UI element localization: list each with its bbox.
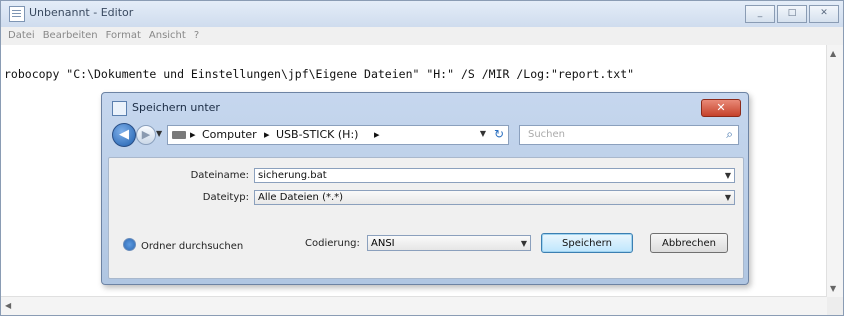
search-box[interactable]: Suchen ⌕ [519, 125, 739, 145]
filetype-value[interactable]: Alle Dateien (*.*) [258, 192, 343, 203]
encoding-value[interactable]: ANSI [371, 238, 395, 249]
drive-icon [172, 131, 186, 139]
menu-format[interactable]: Format [103, 27, 146, 45]
crumb-separator-icon[interactable]: ▸ [190, 128, 196, 141]
search-placeholder: Suchen [528, 129, 566, 140]
caption-buttons: _ □ ✕ [745, 5, 839, 23]
menu-help[interactable]: ? [191, 27, 204, 45]
scroll-down-icon[interactable]: ▼ [830, 284, 836, 293]
horizontal-scrollbar[interactable]: ◀ [1, 296, 827, 315]
refresh-icon[interactable]: ↻ [494, 127, 504, 141]
menu-bearbeiten[interactable]: Bearbeiten [40, 27, 103, 45]
filename-input[interactable]: sicherung.bat ▼ [254, 168, 735, 183]
recent-pages-dropdown-icon[interactable]: ▼ [156, 129, 162, 138]
close-button[interactable]: ✕ [809, 5, 839, 23]
scroll-left-icon[interactable]: ◀ [5, 301, 11, 310]
encoding-label: Codierung: [305, 238, 360, 249]
dialog-close-button[interactable]: ✕ [701, 99, 741, 117]
save-as-dialog: Speichern unter ✕ ◀ ▶ ▼ ▸ Computer ▸ USB… [101, 92, 749, 285]
crumb-separator-icon[interactable]: ▸ [264, 128, 270, 141]
filename-dropdown-icon[interactable]: ▼ [725, 169, 731, 183]
search-icon[interactable]: ⌕ [726, 127, 733, 142]
crumb-usb-stick[interactable]: USB-STICK (H:) [276, 128, 358, 141]
maximize-button[interactable]: □ [777, 5, 807, 23]
browse-folders-label[interactable]: Ordner durchsuchen [141, 241, 243, 252]
save-dialog-icon [112, 101, 127, 116]
crumb-separator-icon[interactable]: ▸ [374, 128, 380, 141]
editor-content[interactable]: robocopy "C:\Dokumente und Einstellungen… [4, 67, 634, 81]
forward-arrow-icon[interactable]: ▶ [136, 125, 156, 145]
navigation-bar: ◀ ▶ ▼ ▸ Computer ▸ USB-STICK (H:) ▸ ▼ ↻ … [112, 123, 739, 147]
crumb-computer[interactable]: Computer [202, 128, 257, 141]
expand-folders-icon[interactable] [123, 238, 136, 251]
filetype-select[interactable]: Alle Dateien (*.*) ▼ [254, 190, 735, 205]
vertical-scrollbar[interactable]: ▲ ▼ [826, 45, 843, 297]
address-bar[interactable]: ▸ Computer ▸ USB-STICK (H:) ▸ ▼ ↻ [167, 125, 509, 145]
menu-ansicht[interactable]: Ansicht [146, 27, 191, 45]
size-grip [827, 297, 843, 315]
encoding-dropdown-icon[interactable]: ▼ [521, 236, 527, 251]
filename-label: Dateiname: [190, 170, 249, 181]
menu-datei[interactable]: Datei [5, 27, 40, 45]
browse-folders-toggle[interactable]: Ordner durchsuchen [123, 238, 243, 252]
encoding-select[interactable]: ANSI ▼ [367, 235, 531, 251]
filename-value[interactable]: sicherung.bat [258, 170, 327, 181]
minimize-button[interactable]: _ [745, 5, 775, 23]
notepad-icon [9, 6, 25, 22]
menu-bar: Datei Bearbeiten Format Ansicht ? [1, 27, 843, 45]
title-bar[interactable]: Unbenannt - Editor _ □ ✕ [1, 1, 843, 27]
window-title: Unbenannt - Editor [29, 6, 134, 19]
cancel-button[interactable]: Abbrechen [650, 233, 728, 253]
back-arrow-icon[interactable]: ◀ [112, 123, 136, 147]
scroll-up-icon[interactable]: ▲ [830, 49, 836, 58]
save-form-panel: Dateiname: sicherung.bat ▼ Dateityp: All… [108, 157, 744, 279]
save-button[interactable]: Speichern [541, 233, 633, 253]
filetype-label: Dateityp: [202, 192, 249, 203]
filetype-dropdown-icon[interactable]: ▼ [725, 191, 731, 205]
dialog-title: Speichern unter [132, 101, 220, 114]
address-dropdown-icon[interactable]: ▼ [480, 129, 486, 138]
